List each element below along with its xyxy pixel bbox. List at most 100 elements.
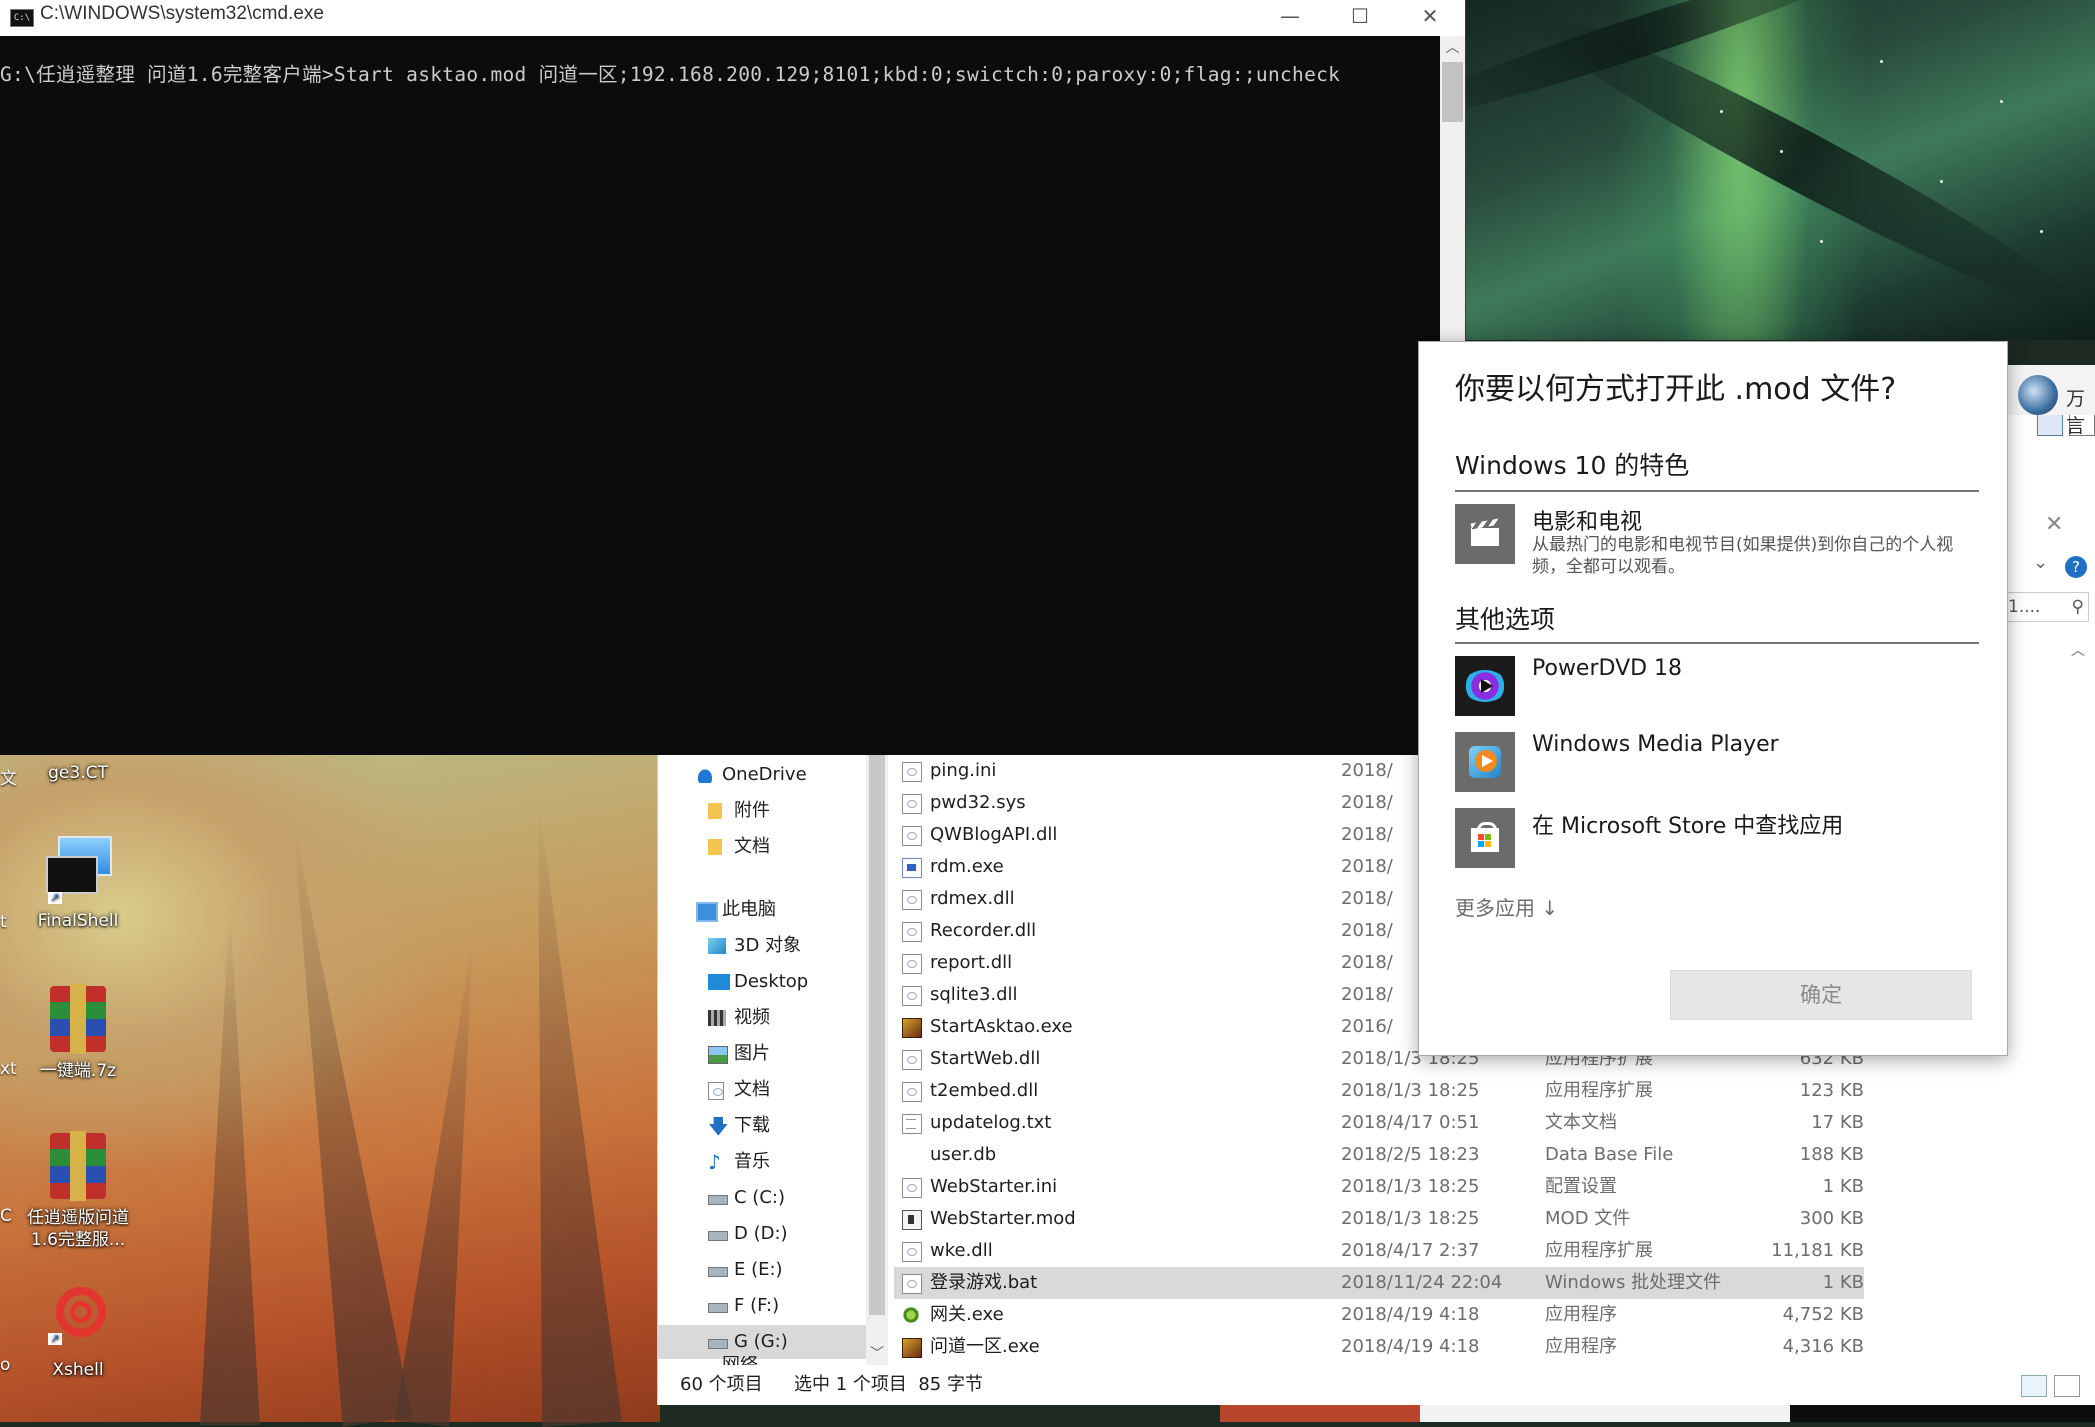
file-name: WebStarter.mod [930, 1208, 1076, 1229]
file-type: 配置设置 [1545, 1176, 1617, 1197]
file-name: 登录游戏.bat [930, 1272, 1038, 1293]
taskbar-strip [1220, 1405, 2095, 1422]
cmd-icon: C:\ [10, 9, 34, 27]
drive-icon [708, 1303, 728, 1313]
file-name: Recorder.dll [930, 920, 1037, 941]
file-type: MOD 文件 [1545, 1208, 1631, 1229]
download-icon: 🡇 [708, 1114, 729, 1138]
nav-item-videos[interactable]: 视频 [658, 1001, 866, 1035]
table-row[interactable]: 网关.exe 2018/4/19 4:18 应用程序 4,752 KB [894, 1299, 1864, 1331]
file-name: t2embed.dll [930, 1080, 1039, 1101]
file-date: 2018/ [1341, 856, 1393, 877]
nav-item-label: 文档 [734, 836, 770, 857]
nav-item-onedrive[interactable]: OneDrive [658, 758, 866, 792]
nav-item-drive-e[interactable]: E (E:) [658, 1253, 866, 1287]
scrollbar-thumb[interactable] [869, 755, 885, 1315]
nav-item-label: 图片 [734, 1043, 770, 1064]
desktop-edge-label: xt [0, 1059, 17, 1079]
folder-icon [708, 839, 722, 855]
table-row[interactable]: updatelog.txt 2018/4/17 0:51 文本文档 17 KB [894, 1107, 1864, 1139]
table-row-selected[interactable]: 登录游戏.bat 2018/11/24 22:04 Windows 批处理文件 … [894, 1267, 1864, 1299]
nav-item-documents[interactable]: 文档 [658, 1073, 866, 1107]
app-name: PowerDVD 18 [1532, 656, 1683, 681]
app-option-microsoft-store[interactable]: 在 Microsoft Store 中查找应用 [1455, 808, 1979, 874]
scroll-up-icon[interactable]: ︿ [1440, 36, 1465, 60]
nav-item-attachments[interactable]: 附件 [658, 794, 866, 828]
nav-item-drive-c[interactable]: C (C:) [658, 1181, 866, 1215]
file-size: 4,752 KB [1782, 1304, 1864, 1325]
table-row[interactable]: t2embed.dll 2018/1/3 18:25 应用程序扩展 123 KB [894, 1075, 1864, 1107]
nav-item-desktop[interactable]: Desktop [658, 965, 866, 999]
desktop-icon-archive-2[interactable]: 任逍遥版问道 1.6完整服... [18, 1131, 138, 1251]
file-date: 2018/ [1341, 760, 1393, 781]
file-type: 文本文档 [1545, 1112, 1617, 1133]
table-row[interactable]: 问道一区.exe 2018/4/19 4:18 应用程序 4,316 KB [894, 1331, 1864, 1363]
cube-icon [708, 938, 726, 954]
minimize-button[interactable]: — [1255, 0, 1325, 36]
nav-item-downloads[interactable]: 🡇 下载 [658, 1109, 866, 1143]
nav-item-network[interactable]: 网络 [658, 1356, 866, 1365]
nav-item-label: 文档 [734, 1079, 770, 1100]
nav-item-label: D (D:) [734, 1223, 788, 1244]
nav-item-drive-d[interactable]: D (D:) [658, 1217, 866, 1251]
scroll-down-icon[interactable]: ﹀ [866, 1343, 888, 1363]
navigation-pane[interactable]: OneDrive 附件 文档 此电脑 3D 对象 Desktop 视频 图片 文… [658, 755, 867, 1365]
scrollbar-thumb[interactable] [1442, 62, 1463, 122]
nav-item-documents-onedrive[interactable]: 文档 [658, 830, 866, 864]
file-name: sqlite3.dll [930, 984, 1018, 1005]
file-date: 2018/1/3 18:25 [1341, 1208, 1480, 1229]
nav-item-drive-f[interactable]: F (F:) [658, 1289, 866, 1323]
cmd-titlebar[interactable]: C:\ C:\WINDOWS\system32\cmd.exe — ☐ ✕ [0, 0, 1465, 36]
app-option-movies-tv[interactable]: 电影和电视 从最热门的电影和电视节目(如果提供)到你自己的个人视频，全都可以观看… [1455, 504, 1979, 577]
config-file-icon [902, 826, 922, 846]
nav-item-music[interactable]: ♪ 音乐 [658, 1145, 866, 1179]
maximize-button[interactable]: ☐ [1325, 0, 1395, 36]
file-type: 应用程序扩展 [1545, 1080, 1653, 1101]
desktop-icon-ge3ct[interactable]: ge3.CT [18, 762, 138, 784]
chevron-down-icon[interactable]: ⌄ [2033, 552, 2048, 573]
large-icons-view-icon[interactable] [2054, 1375, 2080, 1397]
table-row[interactable]: WebStarter.ini 2018/1/3 18:25 配置设置 1 KB [894, 1171, 1864, 1203]
app-name: 电影和电视 [1532, 510, 1643, 535]
help-icon[interactable]: ? [2065, 556, 2087, 578]
nav-scrollbar[interactable]: ﹀ [866, 755, 888, 1365]
folder-icon [708, 803, 722, 819]
close-button[interactable]: ✕ [1395, 0, 1465, 36]
details-view-icon[interactable] [2021, 1375, 2047, 1397]
nav-item-drive-g[interactable]: G (G:) [658, 1325, 866, 1359]
table-row[interactable]: WebStarter.mod 2018/1/3 18:25 MOD 文件 300… [894, 1203, 1864, 1235]
desktop-icon-archive-1[interactable]: 一键端.7z [18, 984, 138, 1082]
desktop-icon-finalshell[interactable]: ↗ FinalShell [18, 834, 138, 932]
nav-item-3d-objects[interactable]: 3D 对象 [658, 929, 866, 963]
file-name: WebStarter.ini [930, 1176, 1058, 1197]
search-icon: ⚲ [2071, 597, 2084, 617]
drive-icon [708, 1267, 728, 1277]
file-name: QWBlogAPI.dll [930, 824, 1058, 845]
file-date: 2018/4/17 0:51 [1341, 1112, 1480, 1133]
desktop-icon-xshell[interactable]: ↗ Xshell [18, 1283, 138, 1381]
file-name: 网关.exe [930, 1304, 1004, 1325]
desktop-icon-label: ge3.CT [48, 763, 108, 783]
nav-item-pictures[interactable]: 图片 [658, 1037, 866, 1071]
desktop-edge-label: t [0, 912, 7, 932]
table-row[interactable]: wke.dll 2018/4/17 2:37 应用程序扩展 11,181 KB [894, 1235, 1864, 1267]
file-type: 应用程序扩展 [1545, 1240, 1653, 1261]
more-apps-link[interactable]: 更多应用 ↓ [1455, 892, 1558, 921]
search-input[interactable]: 1.... ⚲ [2007, 592, 2089, 622]
nav-item-this-pc[interactable]: 此电脑 [658, 893, 866, 927]
app-option-windows-media-player[interactable]: Windows Media Player [1455, 732, 1979, 798]
config-file-icon [902, 890, 922, 910]
table-row[interactable]: user.db 2018/2/5 18:23 Data Base File 18… [894, 1139, 1864, 1171]
app-option-powerdvd[interactable]: PowerDVD 18 [1455, 656, 1979, 722]
scroll-up-icon[interactable]: ︿ [2071, 640, 2085, 660]
avatar[interactable] [2018, 375, 2058, 415]
console-output[interactable]: G:\任逍遥整理 问道1.6完整客户端>Start asktao.mod 问道一… [0, 58, 1340, 87]
desktop-icon-label: Xshell [52, 1360, 104, 1380]
nav-item-label: 网络 [722, 1356, 758, 1365]
open-with-dialog[interactable]: 你要以何方式打开此 .mod 文件? Windows 10 的特色 电影和电视 … [1418, 341, 2008, 1056]
ok-button[interactable]: 确定 [1670, 970, 1972, 1020]
file-size: 11,181 KB [1771, 1240, 1864, 1261]
cmd-window[interactable]: C:\ C:\WINDOWS\system32\cmd.exe — ☐ ✕ G:… [0, 0, 1466, 755]
file-size: 17 KB [1811, 1112, 1864, 1133]
close-icon[interactable]: ✕ [2045, 512, 2063, 537]
